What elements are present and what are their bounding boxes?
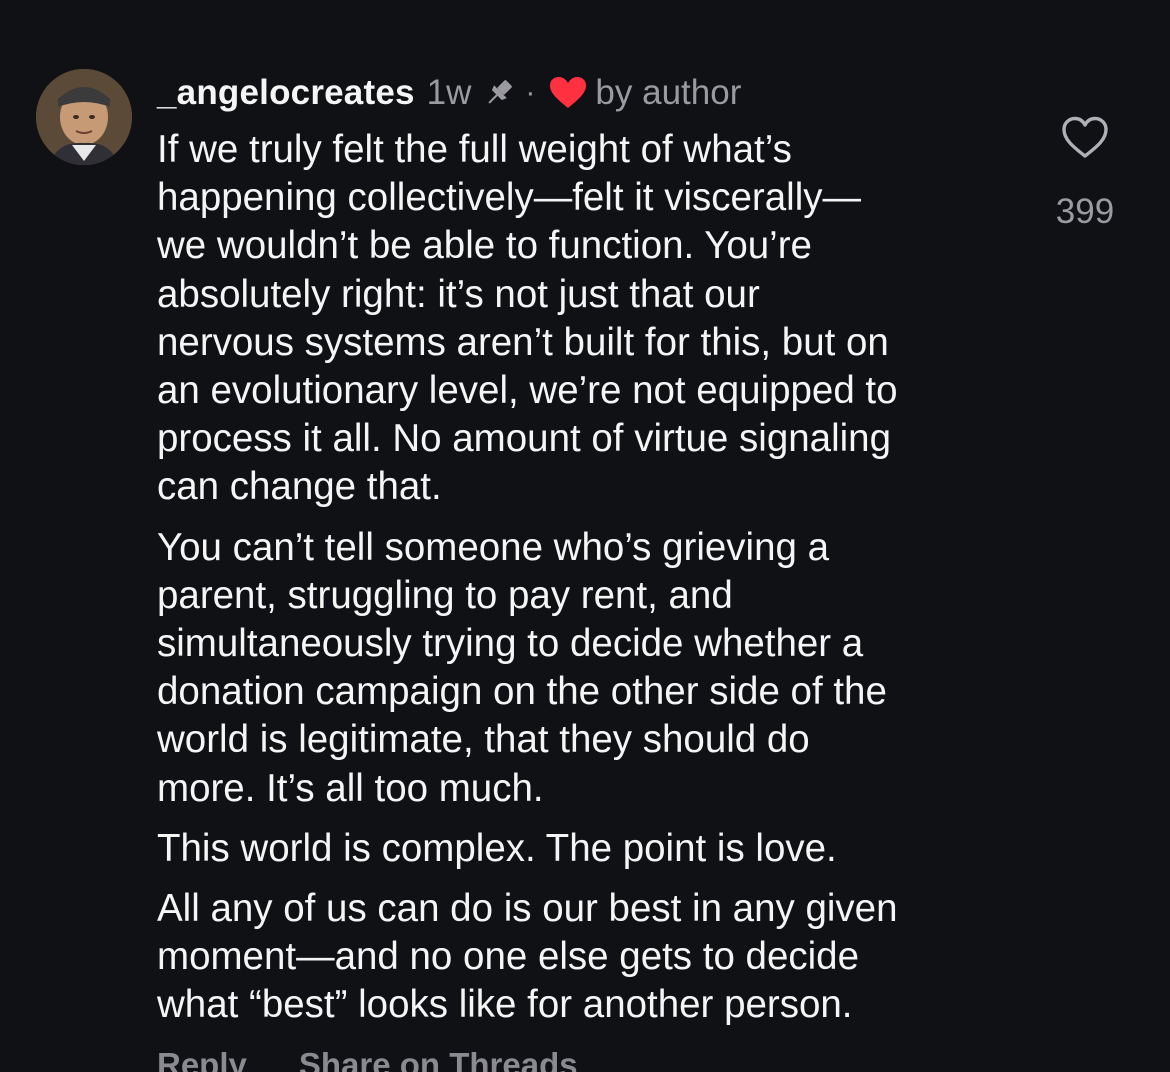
- comment-paragraph: This world is complex. The point is love…: [157, 826, 837, 870]
- heart-filled-icon: [550, 77, 587, 108]
- comment-actions: Reply Share on Threads: [157, 1046, 578, 1072]
- username-link[interactable]: _angelocreates: [157, 73, 415, 113]
- comment-paragraph: You can’t tell someone who’s grieving a …: [157, 525, 887, 810]
- liked-by-author-label: by author: [595, 73, 742, 112]
- pin-icon: [488, 80, 513, 104]
- separator-dot: ·: [525, 76, 536, 109]
- avatar[interactable]: [36, 69, 132, 165]
- share-on-threads-button[interactable]: Share on Threads: [299, 1046, 578, 1072]
- comment-paragraph: If we truly felt the full weight of what…: [157, 128, 898, 509]
- comment-body: If we truly felt the full weight of what…: [157, 126, 1027, 1042]
- comment-paragraph: All any of us can do is our best in any …: [157, 887, 898, 1027]
- comment-timestamp: 1w: [426, 73, 472, 112]
- reply-button[interactable]: Reply: [157, 1046, 247, 1072]
- avatar-image: [36, 69, 132, 165]
- comment-header: _angelocreates 1w · by author: [157, 70, 741, 116]
- comment: _angelocreates 1w · by author If we trul…: [0, 0, 1170, 1072]
- like-count: 399: [1055, 192, 1115, 231]
- heart-outline-icon[interactable]: [1060, 114, 1110, 160]
